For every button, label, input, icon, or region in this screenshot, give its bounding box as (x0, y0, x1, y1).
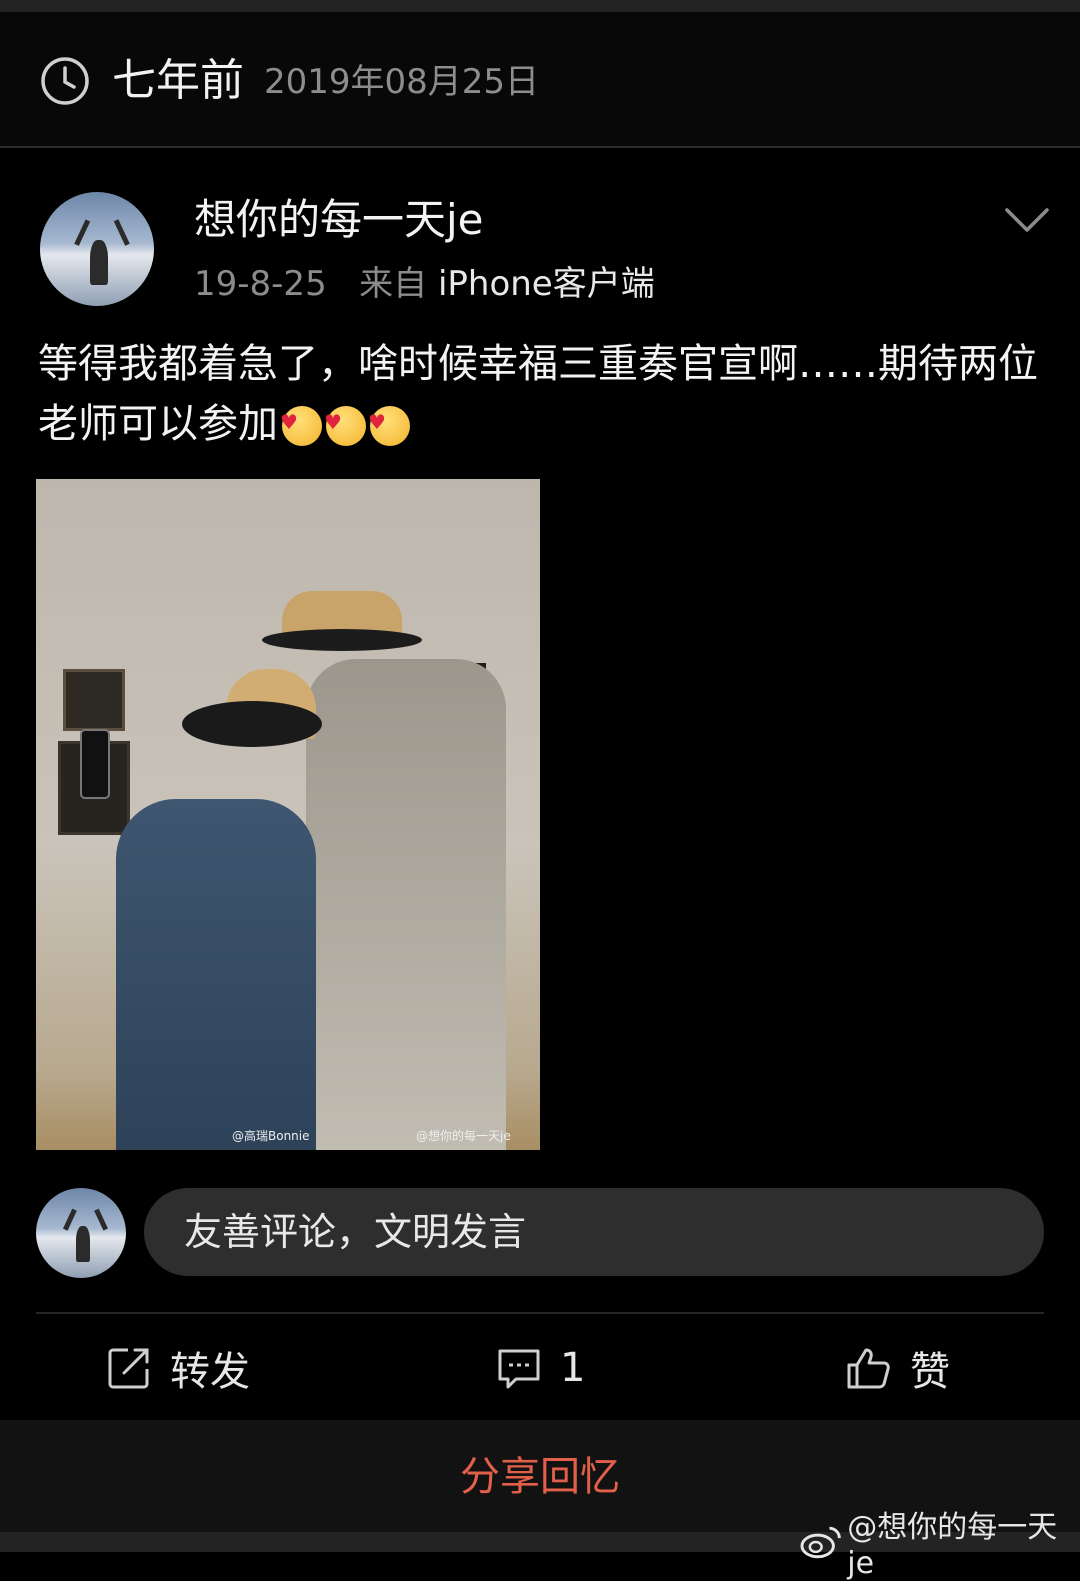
memory-header: 七年前 2019年08月25日 (0, 12, 1080, 148)
post-source: iPhone客户端 (437, 264, 655, 304)
comment-button[interactable]: 1 (496, 1338, 585, 1398)
time-ago: 七年前 (112, 55, 244, 106)
username[interactable]: 想你的每一天je (194, 194, 484, 246)
post-source-prefix: 来自 (359, 264, 428, 304)
post-image[interactable]: @高瑞Bonnie @想你的每一天je (36, 479, 540, 1150)
repost-icon (108, 1348, 149, 1389)
commenter-avatar (36, 1188, 126, 1278)
avatar[interactable] (40, 192, 154, 306)
blush-heart-emoji-icon (368, 392, 410, 452)
post-time: 19-8-25 (194, 264, 327, 304)
image-watermark: @想你的每一天je (416, 1129, 511, 1143)
share-label: 分享回忆 (460, 1454, 620, 1500)
memory-date: 2019年08月25日 (264, 62, 540, 102)
repost-label: 转发 (170, 1349, 250, 1395)
like-label: 赞 (910, 1349, 950, 1395)
post-meta: 19-8-25 来自 iPhone客户端 (194, 262, 655, 306)
watermark-text: @想你的每一天je (847, 1510, 1058, 1581)
blush-heart-emoji-icon (324, 392, 366, 452)
blush-heart-emoji-icon (280, 392, 322, 452)
repost-button[interactable]: 转发 (106, 1338, 250, 1398)
weibo-watermark: @想你的每一天je (800, 1502, 1080, 1581)
comment-icon (498, 1349, 540, 1389)
image-watermark: @高瑞Bonnie (232, 1129, 310, 1143)
post-text: 等得我都着急了，啥时候幸福三重奏官宣啊……期待两位老师可以参加 (38, 334, 1048, 454)
divider (36, 1312, 1044, 1314)
weibo-logo-icon (800, 1526, 841, 1558)
chevron-down-icon[interactable] (1004, 206, 1050, 236)
status-strip (0, 0, 1080, 12)
like-icon (847, 1348, 890, 1389)
comment-count: 1 (560, 1345, 586, 1391)
clock-icon (41, 57, 89, 105)
post-body: 等得我都着急了，啥时候幸福三重奏官宣啊……期待两位老师可以参加 (38, 341, 1038, 447)
like-button[interactable]: 赞 (846, 1338, 950, 1398)
comment-placeholder: 友善评论，文明发言 (184, 1210, 527, 1254)
comment-input[interactable]: 友善评论，文明发言 (144, 1188, 1044, 1276)
